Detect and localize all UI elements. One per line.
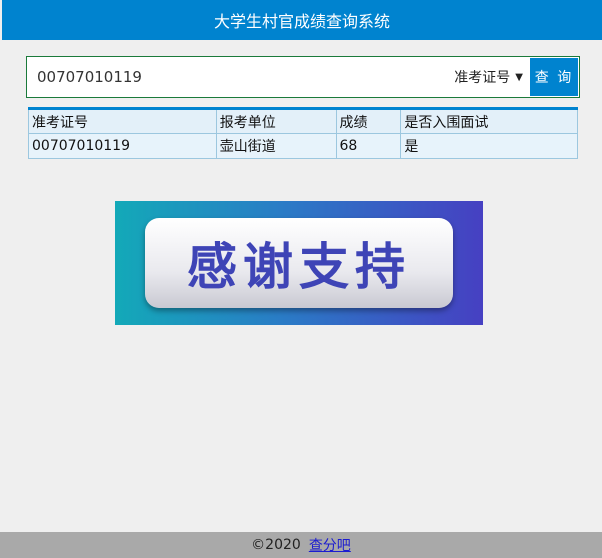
table-header-row: 准考证号 报考单位 成绩 是否入围面试 [28,108,578,134]
search-type-select[interactable]: 准考证号 ▼ [448,57,529,97]
cell-interview: 是 [400,133,578,159]
cell-unit: 壶山街道 [215,133,337,159]
column-header-interview: 是否入围面试 [400,108,578,134]
header-bar: 大学生村官成绩查询系统 [2,0,602,40]
thanks-banner: 感谢支持 [115,201,483,325]
thanks-banner-button-graphic: 感谢支持 [145,218,453,308]
search-box: 准考证号 ▼ 查 询 [26,56,580,98]
cell-exam-id: 00707010119 [28,133,217,159]
search-input[interactable] [27,57,449,97]
cell-score: 68 [335,133,402,159]
table-row: 00707010119 壶山街道 68 是 [28,133,578,159]
footer-link[interactable]: 查分吧 [309,535,351,555]
search-button[interactable]: 查 询 [530,58,578,96]
column-header-score: 成绩 [335,108,402,134]
copyright-text: ©2020 [251,537,301,553]
footer: ©2020 查分吧 [0,532,602,558]
dropdown-arrow-icon: ▼ [515,71,523,83]
thanks-banner-text: 感谢支持 [187,238,411,296]
column-header-exam-id: 准考证号 [28,108,217,134]
search-type-label: 准考证号 [454,70,511,86]
results-table: 准考证号 报考单位 成绩 是否入围面试 00707010119 壶山街道 68 … [28,107,578,159]
column-header-unit: 报考单位 [215,108,337,134]
page-title: 大学生村官成绩查询系统 [213,12,390,31]
